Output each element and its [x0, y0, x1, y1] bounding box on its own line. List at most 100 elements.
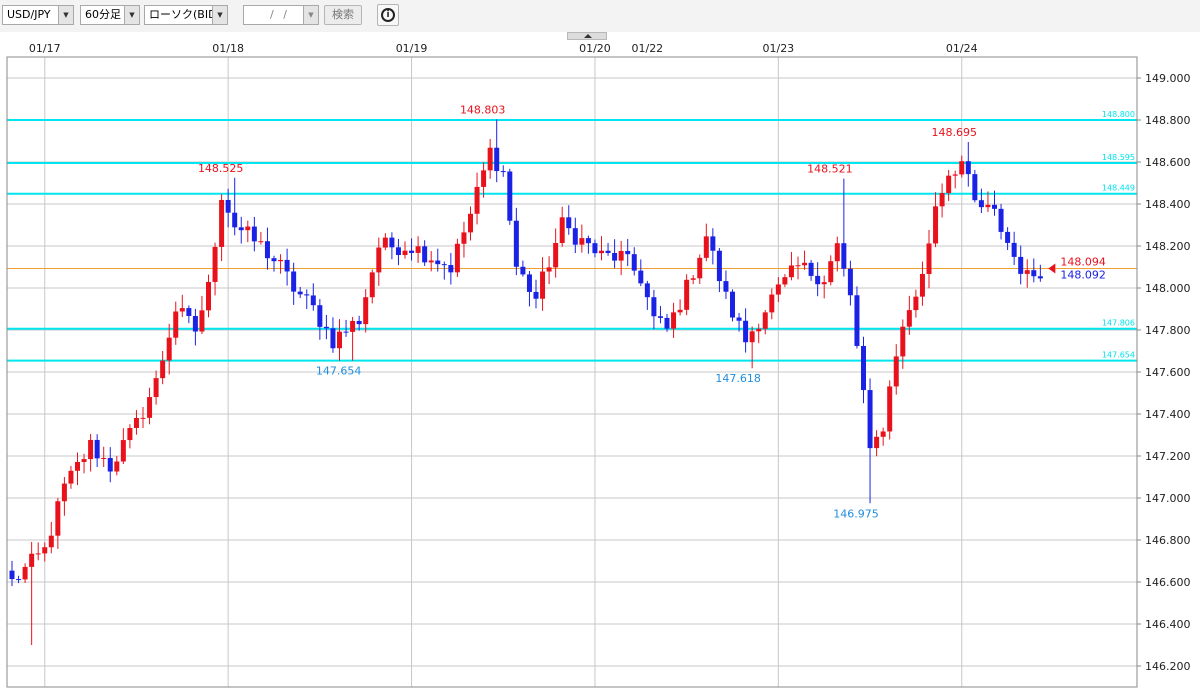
candle-body — [854, 295, 860, 346]
candle-body — [1031, 270, 1037, 277]
price-annotation: 148.525 — [198, 162, 244, 175]
search-button[interactable]: 検索 — [324, 5, 362, 25]
candle-body — [1005, 231, 1011, 243]
candle-body — [802, 262, 808, 266]
candle-body — [795, 265, 801, 267]
y-tick-label: 147.000 — [1145, 492, 1191, 505]
candle-body — [749, 331, 755, 343]
info-button[interactable]: i — [377, 4, 399, 26]
candle-body — [284, 259, 290, 272]
candle-body — [880, 431, 886, 437]
y-tick-label: 148.600 — [1145, 156, 1191, 169]
date-label: 01/18 — [212, 42, 244, 55]
candle-body — [992, 204, 997, 209]
candle-body — [788, 265, 794, 278]
level-label: 148.595 — [1102, 153, 1135, 162]
candle-body — [775, 284, 781, 295]
candle-body — [507, 171, 513, 221]
candle-body — [330, 328, 336, 349]
candle-body — [22, 566, 28, 580]
date-input[interactable]: / / ▼ — [243, 5, 319, 25]
collapse-toggle[interactable] — [567, 32, 607, 40]
candle-body — [841, 243, 847, 269]
candle-body — [540, 271, 546, 299]
candle-body — [769, 294, 775, 313]
candle-body — [16, 579, 22, 581]
symbol-select[interactable]: USD/JPY ▼ — [2, 5, 74, 25]
candle-body — [690, 278, 696, 280]
chevron-down-icon[interactable]: ▼ — [303, 6, 318, 24]
date-label: 01/23 — [762, 42, 794, 55]
symbol-select-value: USD/JPY — [7, 8, 51, 21]
candle-body — [422, 246, 428, 263]
candle-body — [147, 397, 153, 418]
candle-body — [88, 439, 94, 460]
candle-body — [919, 274, 925, 297]
candle-body — [677, 309, 683, 313]
price-annotation: 147.654 — [316, 365, 362, 378]
toolbar: USD/JPY ▼ 60分足 ▼ ローソク(BID) ▼ / / ▼ 検索 i — [0, 0, 1200, 32]
candle-body — [985, 204, 991, 208]
candle-body — [513, 220, 519, 267]
candle-body — [304, 294, 310, 296]
y-tick-label: 147.200 — [1145, 450, 1191, 463]
candle-body — [631, 254, 637, 271]
candle-body — [166, 337, 172, 361]
candle-body — [264, 241, 270, 259]
candle-body — [317, 305, 323, 327]
candle-body — [926, 243, 932, 275]
candle-body — [893, 356, 899, 387]
candle-body — [114, 461, 120, 472]
price-annotation: 148.803 — [460, 103, 506, 116]
candle-body — [481, 170, 487, 187]
candle-body — [448, 265, 454, 273]
candle-body — [644, 283, 650, 298]
interval-select-value: 60分足 — [85, 8, 121, 21]
y-tick-label: 146.200 — [1145, 660, 1191, 673]
candle-body — [500, 171, 506, 173]
candle-body — [592, 243, 598, 254]
chevron-down-icon[interactable]: ▼ — [212, 6, 227, 24]
candle-body — [310, 295, 316, 306]
candle-body — [946, 175, 952, 194]
chevron-down-icon[interactable]: ▼ — [58, 6, 73, 24]
candle-body — [395, 247, 401, 256]
candle-body — [127, 427, 133, 441]
candlestick-chart[interactable]: 01/17 01/18 01/19 01/20 01/22 01/23 01/24 148.… — [0, 40, 1200, 690]
candle-body — [671, 312, 677, 329]
y-tick-label: 149.000 — [1145, 72, 1191, 85]
price-axis: 146.200 146.400 146.600 146.800 147.000 147.2… — [1137, 72, 1191, 673]
bid-price-label: 148.092 — [1060, 268, 1106, 281]
price-annotation: 148.695 — [932, 126, 978, 139]
y-tick-label: 146.800 — [1145, 534, 1191, 547]
candle-body — [861, 345, 866, 391]
candle-body — [913, 296, 919, 311]
candle-body — [206, 281, 211, 311]
candle-body — [526, 274, 532, 292]
candle-body — [874, 436, 880, 449]
candle-body — [487, 147, 493, 171]
candle-body — [585, 238, 591, 244]
candle-body — [271, 258, 277, 262]
candle-body — [42, 547, 48, 554]
price-annotation: 148.521 — [807, 163, 853, 176]
candle-body — [291, 271, 297, 292]
y-tick-label: 148.000 — [1145, 282, 1191, 295]
y-tick-label: 146.600 — [1145, 576, 1191, 589]
candle-body — [435, 260, 441, 265]
candle-body — [906, 310, 912, 327]
candle-body — [55, 501, 61, 536]
candle-body — [723, 281, 729, 292]
candle-body — [251, 226, 257, 242]
chart-kind-select[interactable]: ローソク(BID) ▼ — [144, 5, 228, 25]
level-label: 148.800 — [1102, 110, 1135, 119]
candle-body — [376, 247, 382, 273]
chevron-down-icon[interactable]: ▼ — [124, 6, 139, 24]
candle-body — [638, 270, 644, 284]
candle-body — [1018, 256, 1024, 274]
candle-body — [389, 237, 395, 248]
candle-body — [350, 320, 356, 332]
candle-body — [192, 315, 198, 332]
candle-body — [107, 457, 113, 472]
interval-select[interactable]: 60分足 ▼ — [80, 5, 140, 25]
